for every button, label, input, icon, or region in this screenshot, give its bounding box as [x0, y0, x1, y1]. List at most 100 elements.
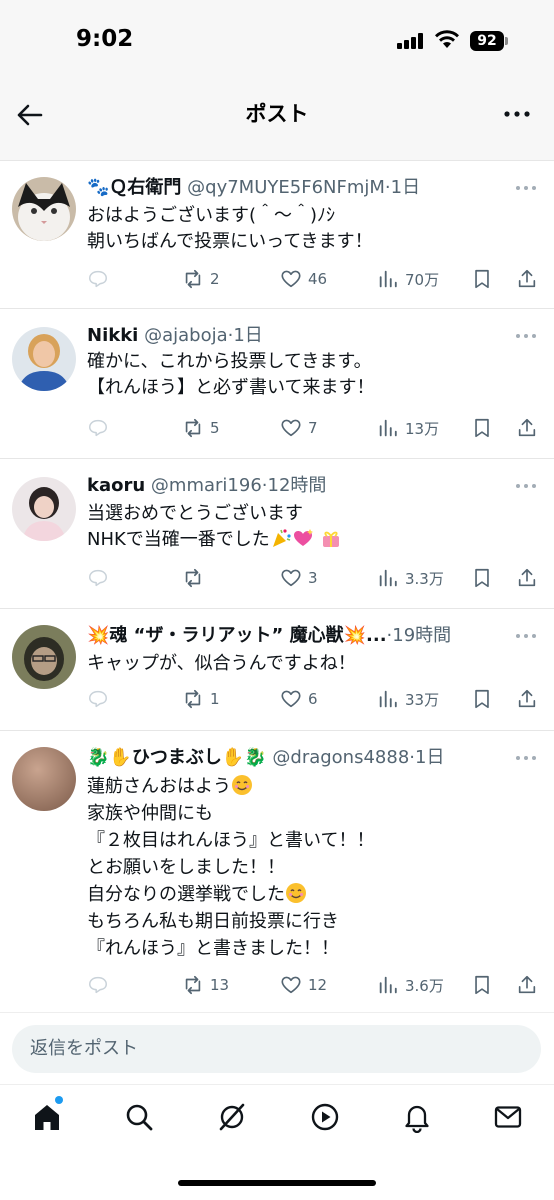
- action-bar: 13 12 3.6万: [87, 973, 554, 997]
- notifications-bell-icon[interactable]: [401, 1101, 433, 1133]
- avatar[interactable]: [12, 747, 76, 811]
- like-button[interactable]: 46: [280, 267, 327, 291]
- post-text: 確かに、これから投票してきます。 【れんほう】と必ず書いて来ます！: [87, 349, 542, 401]
- display-name[interactable]: 🐉✋ひつまぶし✋🐉: [87, 747, 267, 768]
- action-bar: 3 3.3万: [87, 566, 554, 590]
- repost-button[interactable]: 5: [182, 416, 220, 440]
- reply-button[interactable]: [87, 267, 109, 291]
- post-menu-icon[interactable]: [514, 183, 538, 193]
- post-header-line: 💥魂 “ザ・ラリアット” 魔心獣💥...·19時間: [87, 624, 490, 648]
- bookmark-button[interactable]: [471, 416, 493, 440]
- post-item[interactable]: Nikki @ajaboja·1日 確かに、これから投票してきます。 【れんほう…: [0, 308, 554, 458]
- views-chart-icon: [379, 270, 397, 288]
- views-button[interactable]: 13万: [377, 416, 439, 440]
- post-menu-icon[interactable]: [514, 331, 538, 341]
- reply-bar: 返信をポスト: [0, 1012, 554, 1084]
- bookmark-icon: [475, 975, 489, 995]
- user-handle[interactable]: @ajaboja: [144, 325, 228, 346]
- repost-button[interactable]: [182, 566, 210, 590]
- bookmark-button[interactable]: [471, 687, 493, 711]
- post-menu-icon[interactable]: [514, 481, 538, 491]
- reply-input[interactable]: 返信をポスト: [12, 1025, 541, 1073]
- action-bar: 5 7 13万: [87, 416, 554, 440]
- repost-button[interactable]: 1: [182, 687, 220, 711]
- top-area: 9:02 92 ポスト: [0, 0, 554, 160]
- like-button[interactable]: 3: [280, 566, 318, 590]
- reply-icon: [89, 976, 107, 994]
- view-count: 13万: [405, 419, 440, 438]
- avatar[interactable]: [12, 327, 76, 391]
- bookmark-button[interactable]: [471, 267, 493, 291]
- display-name[interactable]: 💥魂 “ザ・ラリアット” 魔心獣💥...: [87, 625, 387, 646]
- post-item[interactable]: 🐉✋ひつまぶし✋🐉 @dragons4888·1日 蓮舫さんおはよう 家族や仲間…: [0, 730, 554, 1012]
- avatar[interactable]: [12, 477, 76, 541]
- view-count: 33万: [405, 690, 440, 709]
- like-count: 3: [308, 569, 318, 587]
- user-handle[interactable]: @qy7MUYE5F6NFmjM: [187, 177, 385, 198]
- reply-button[interactable]: [87, 973, 109, 997]
- views-button[interactable]: 70万: [377, 267, 439, 291]
- heart-icon: [281, 690, 301, 708]
- bookmark-icon: [475, 689, 489, 709]
- action-bar: 1 6 33万: [87, 687, 554, 711]
- post-text-line: とお願いをしました！！: [87, 857, 285, 878]
- post-menu-icon[interactable]: [514, 753, 538, 763]
- share-button[interactable]: [516, 973, 538, 997]
- repost-button[interactable]: 13: [182, 973, 229, 997]
- share-button[interactable]: [516, 687, 538, 711]
- post-item[interactable]: kaoru @mmari196·12時間 当選おめでとうございます NHKで当確…: [0, 458, 554, 608]
- repost-button[interactable]: 2: [182, 267, 220, 291]
- smiling-face-emoji-icon: [232, 775, 252, 795]
- user-handle[interactable]: @mmari196: [151, 475, 262, 496]
- post-menu-icon[interactable]: [514, 631, 538, 641]
- view-count: 70万: [405, 270, 440, 289]
- user-handle[interactable]: @dragons4888: [272, 747, 409, 768]
- status-bar: 9:02 92: [0, 0, 554, 80]
- like-button[interactable]: 12: [280, 973, 327, 997]
- post-header-line: Nikki @ajaboja·1日: [87, 324, 494, 348]
- post-item[interactable]: 🐾Ｑ右衛門 @qy7MUYE5F6NFmjM·1日 おはようございます(＾～＾)…: [0, 160, 554, 308]
- views-chart-icon: [379, 419, 397, 437]
- battery-indicator: 92: [470, 31, 504, 51]
- like-count: 12: [308, 976, 328, 994]
- share-button[interactable]: [516, 566, 538, 590]
- video-play-icon[interactable]: [309, 1101, 341, 1133]
- reply-button[interactable]: [87, 687, 109, 711]
- action-bar: 2 46 70万: [87, 267, 554, 291]
- views-button[interactable]: 3.3万: [377, 566, 444, 590]
- avatar[interactable]: [12, 177, 76, 241]
- more-options-icon[interactable]: [502, 102, 532, 126]
- post-time: ·12時間: [261, 475, 327, 496]
- reply-icon: [89, 690, 107, 708]
- post-text-line: NHKで当確一番でした: [87, 529, 270, 550]
- display-name[interactable]: 🐾Ｑ右衛門: [87, 177, 181, 198]
- views-button[interactable]: 3.6万: [377, 973, 444, 997]
- post-text: 当選おめでとうございます NHKで当確一番でした: [87, 501, 542, 553]
- post-item[interactable]: 💥魂 “ザ・ラリアット” 魔心獣💥...·19時間 キャップが、似合うんですよね…: [0, 608, 554, 730]
- cellular-signal-icon: [397, 33, 425, 49]
- share-button[interactable]: [516, 416, 538, 440]
- views-button[interactable]: 33万: [377, 687, 439, 711]
- bookmark-button[interactable]: [471, 973, 493, 997]
- post-text: おはようございます(＾～＾)ﾉｼ 朝いちばんで投票にいってきます！: [87, 203, 542, 255]
- like-button[interactable]: 7: [280, 416, 318, 440]
- page-title: ポスト: [245, 102, 309, 126]
- avatar[interactable]: [12, 625, 76, 689]
- share-button[interactable]: [516, 267, 538, 291]
- post-text-line: 家族や仲間にも: [87, 803, 213, 824]
- search-icon[interactable]: [123, 1101, 155, 1133]
- post-text-line: 『れんほう』と書きました！！: [87, 938, 339, 959]
- post-header: ポスト: [0, 80, 554, 160]
- reply-button[interactable]: [87, 416, 109, 440]
- display-name[interactable]: kaoru: [87, 475, 145, 496]
- grok-icon[interactable]: [216, 1101, 248, 1133]
- repost-icon: [185, 418, 201, 438]
- reply-button[interactable]: [87, 566, 109, 590]
- messages-envelope-icon[interactable]: [492, 1101, 524, 1133]
- home-icon[interactable]: [31, 1101, 63, 1133]
- like-count: 7: [308, 419, 318, 437]
- like-button[interactable]: 6: [280, 687, 318, 711]
- display-name[interactable]: Nikki: [87, 325, 138, 346]
- bookmark-button[interactable]: [471, 566, 493, 590]
- view-count: 3.3万: [405, 569, 444, 588]
